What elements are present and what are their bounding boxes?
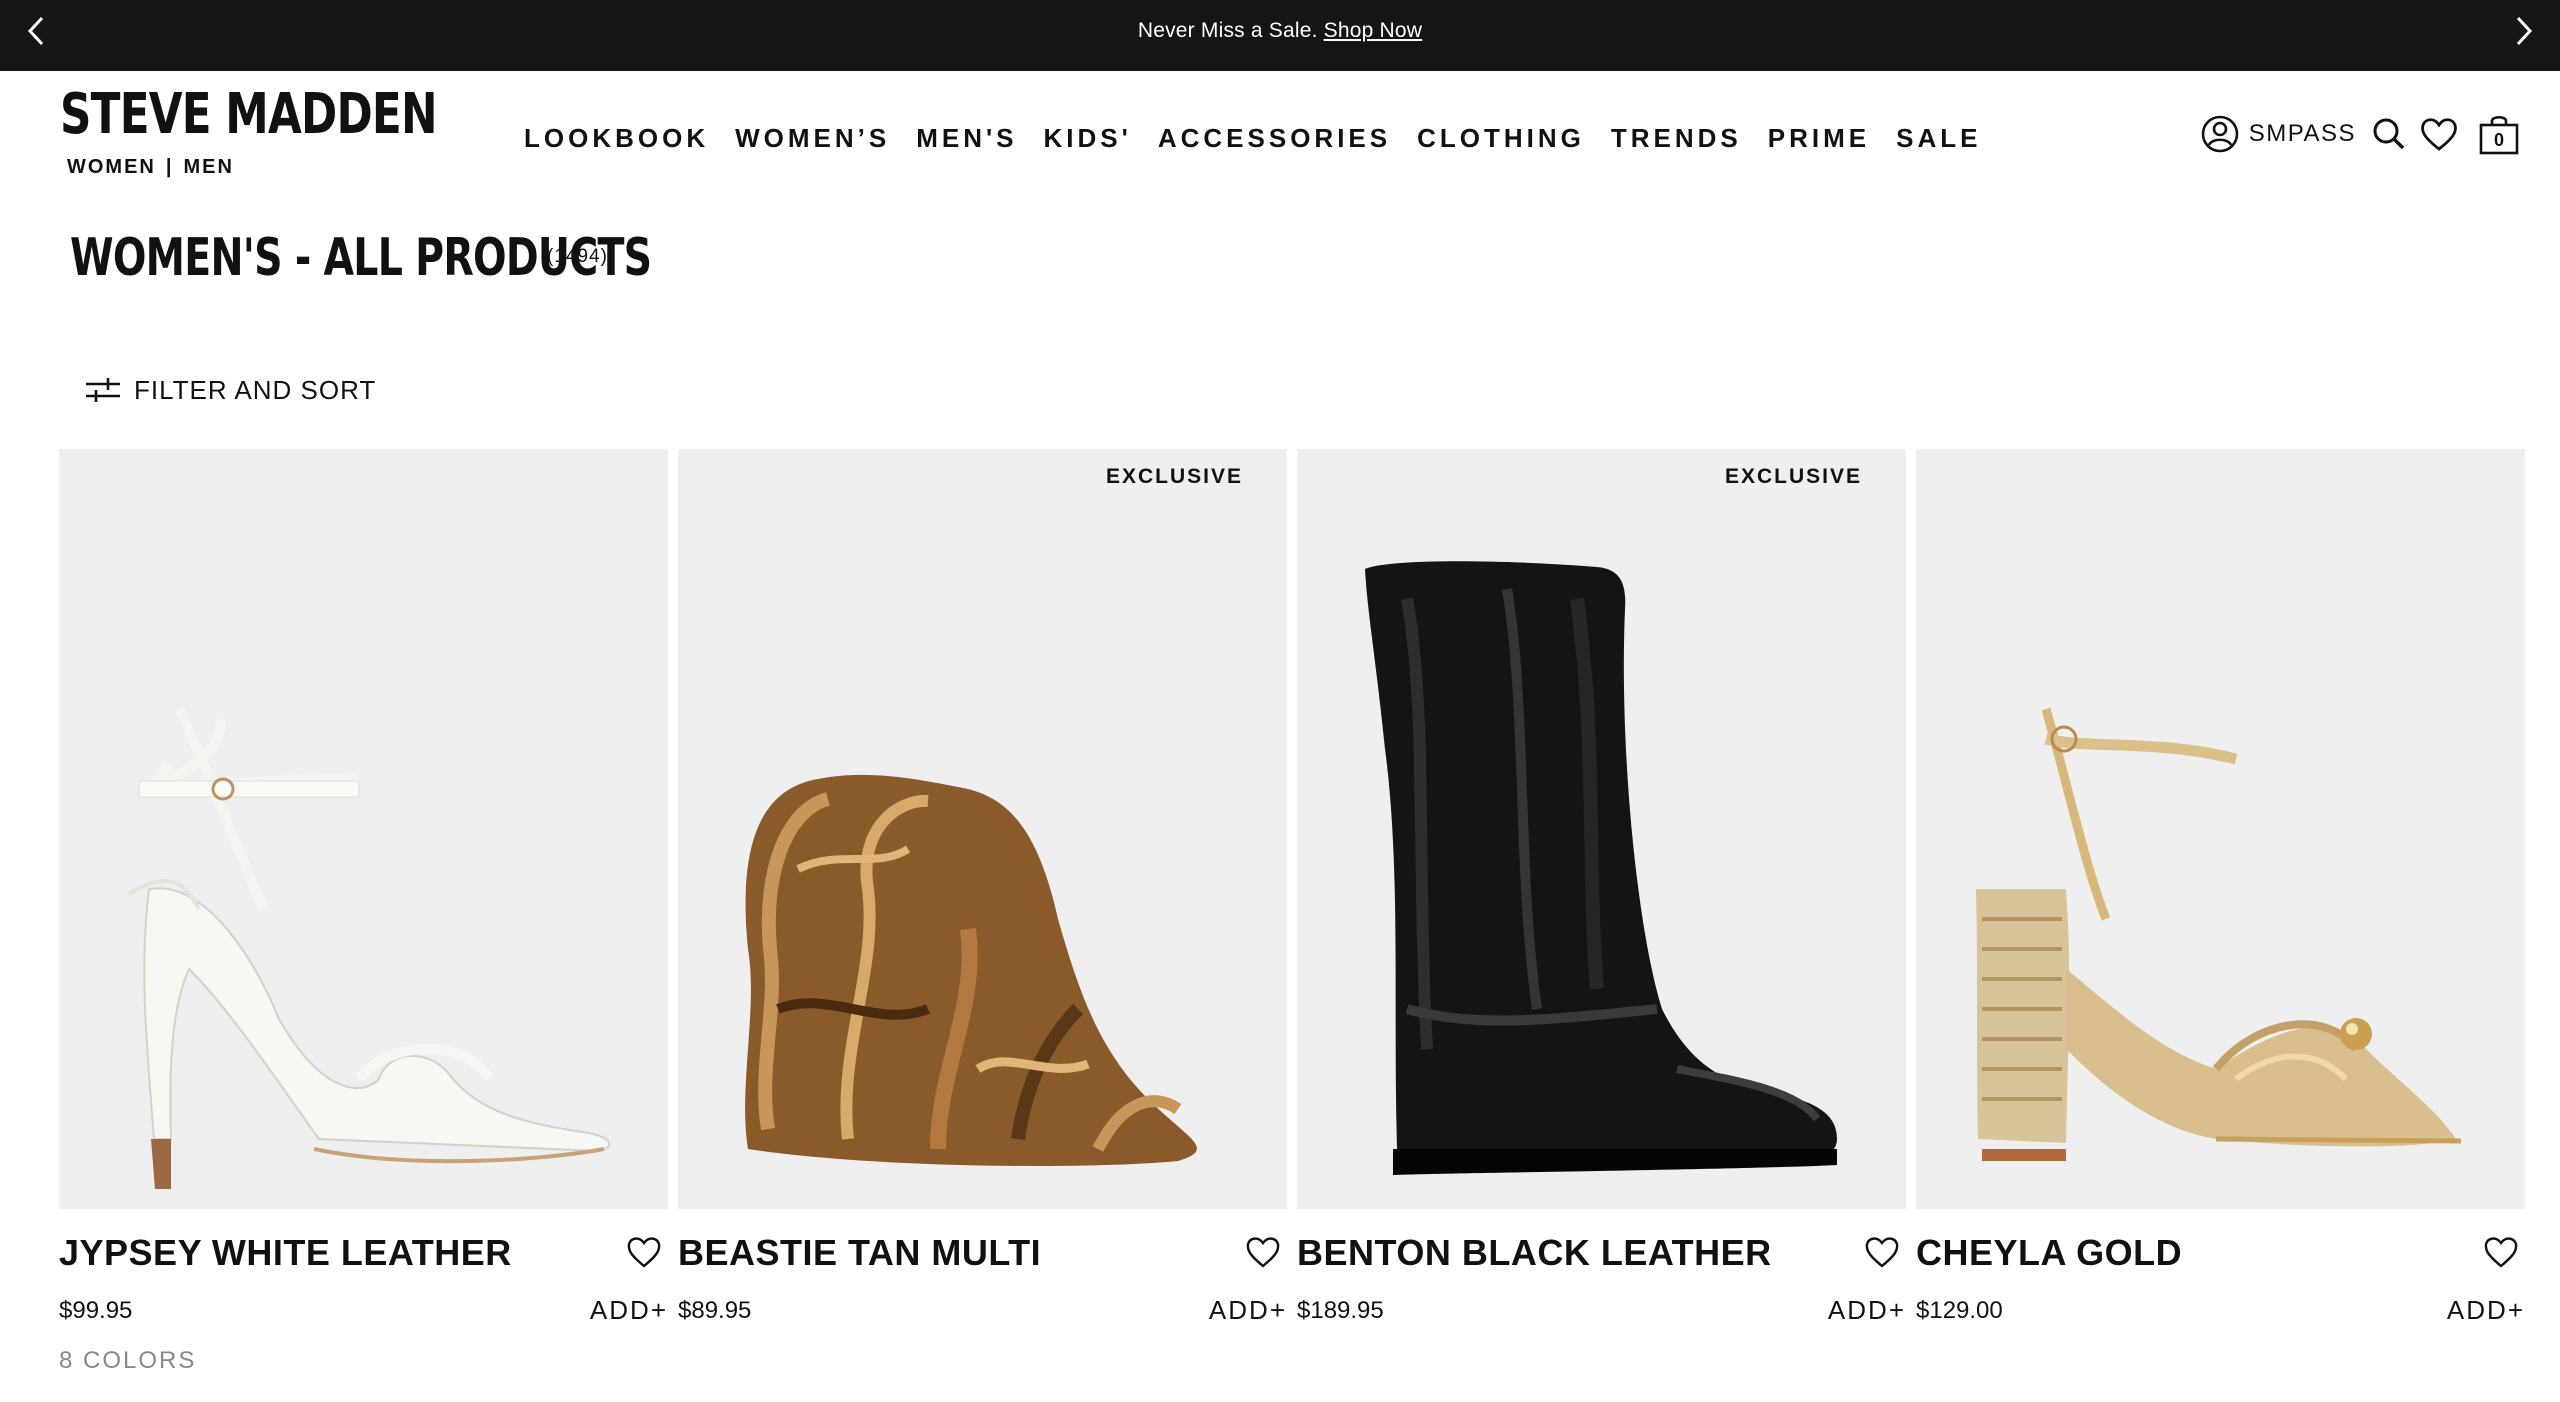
nav-item-lookbook[interactable]: LOOKBOOK — [524, 123, 709, 154]
promo-bar: Never Miss a Sale. Shop Now — [0, 0, 2560, 71]
color-count-link[interactable]: 8 COLORS — [59, 1347, 196, 1375]
nav-item-mens[interactable]: MEN'S — [916, 123, 1017, 154]
product-card: EXCLUSIVE BEASTIE TAN MULTI $89.95 ADD+ — [678, 449, 1287, 1325]
product-card: CHEYLA GOLD $129.00 ADD+ — [1916, 449, 2525, 1325]
shop-now-link[interactable]: Shop Now — [1324, 19, 1423, 43]
shopping-bag-icon[interactable]: 0 — [2478, 113, 2520, 155]
logo[interactable]: STEVE MADDEN — [60, 84, 438, 146]
white-heeled-sandal-image — [127, 706, 610, 1189]
product-count: (1494) — [547, 246, 608, 267]
exclusive-badge: EXCLUSIVE — [1724, 465, 1862, 488]
account-label[interactable]: SMPASS — [2249, 120, 2356, 148]
product-name[interactable]: JYPSEY WHITE LEATHER — [59, 1232, 512, 1274]
product-card: EXCLUSIVE BENTON BLACK LEATHER $189.95 A… — [1297, 449, 1906, 1325]
product-name[interactable]: CHEYLA GOLD — [1916, 1232, 2182, 1274]
nav-item-trends[interactable]: TRENDS — [1611, 123, 1742, 154]
nav-item-sale[interactable]: SALE — [1896, 123, 1981, 154]
main-nav: LOOKBOOK WOMEN’S MEN'S KIDS' ACCESSORIES… — [524, 118, 2007, 158]
nav-item-clothing[interactable]: CLOTHING — [1417, 123, 1585, 154]
wishlist-heart-icon[interactable] — [2418, 113, 2460, 155]
gender-switch: WOMEN | MEN — [67, 156, 234, 179]
gold-heeled-sandal-image — [1976, 707, 2462, 1161]
add-to-bag-button[interactable]: ADD+ — [590, 1295, 668, 1326]
product-price: $99.95 — [59, 1297, 133, 1324]
sliders-icon — [86, 378, 120, 402]
wishlist-heart-icon[interactable] — [1864, 1235, 1900, 1269]
product-grid: JYPSEY WHITE LEATHER $99.95 ADD+ 8 COLOR… — [59, 449, 2525, 1402]
exclusive-badge: EXCLUSIVE — [1105, 465, 1243, 488]
wishlist-heart-icon[interactable] — [2483, 1235, 2519, 1269]
product-price: $129.00 — [1916, 1297, 2003, 1324]
product-card: JYPSEY WHITE LEATHER $99.95 ADD+ 8 COLOR… — [59, 449, 668, 1374]
chevron-right-icon[interactable] — [2508, 14, 2538, 48]
product-name[interactable]: BEASTIE TAN MULTI — [678, 1232, 1041, 1274]
product-name[interactable]: BENTON BLACK LEATHER — [1297, 1232, 1772, 1274]
gender-link-men[interactable]: MEN — [184, 156, 234, 179]
promo-text: Never Miss a Sale. — [1137, 18, 1318, 42]
black-fold-boot-image — [1365, 561, 1837, 1175]
header-utilities: SMPASS 0 — [2199, 108, 2520, 160]
product-image[interactable] — [59, 449, 668, 1209]
gender-link-women[interactable]: WOMEN — [67, 156, 156, 179]
nav-item-accessories[interactable]: ACCESSORIES — [1158, 123, 1391, 154]
logo-wordmark[interactable]: STEVE MADDEN — [60, 84, 438, 146]
add-to-bag-button[interactable]: ADD+ — [1828, 1295, 1906, 1326]
promo-message: Never Miss a Sale. Shop Now — [0, 0, 2560, 61]
fur-boot-image — [745, 774, 1197, 1166]
nav-item-womens[interactable]: WOMEN’S — [735, 123, 890, 154]
product-image[interactable]: EXCLUSIVE — [678, 449, 1287, 1209]
filter-sort-label: FILTER AND SORT — [134, 374, 377, 405]
wishlist-heart-icon[interactable] — [626, 1235, 662, 1269]
bag-count: 0 — [2493, 130, 2504, 150]
nav-item-kids[interactable]: KIDS' — [1044, 123, 1132, 154]
account-icon[interactable] — [2199, 113, 2241, 155]
add-to-bag-button[interactable]: ADD+ — [2447, 1295, 2525, 1326]
product-price: $89.95 — [678, 1297, 752, 1324]
gender-separator: | — [165, 156, 174, 178]
nav-item-prime[interactable]: PRIME — [1768, 123, 1870, 154]
product-image[interactable] — [1916, 449, 2525, 1209]
product-image[interactable]: EXCLUSIVE — [1297, 449, 1906, 1209]
product-price: $189.95 — [1297, 1297, 1384, 1324]
search-icon[interactable] — [2368, 113, 2410, 155]
wishlist-heart-icon[interactable] — [1245, 1235, 1281, 1269]
filter-sort-button[interactable]: FILTER AND SORT — [86, 370, 376, 410]
add-to-bag-button[interactable]: ADD+ — [1209, 1295, 1287, 1326]
